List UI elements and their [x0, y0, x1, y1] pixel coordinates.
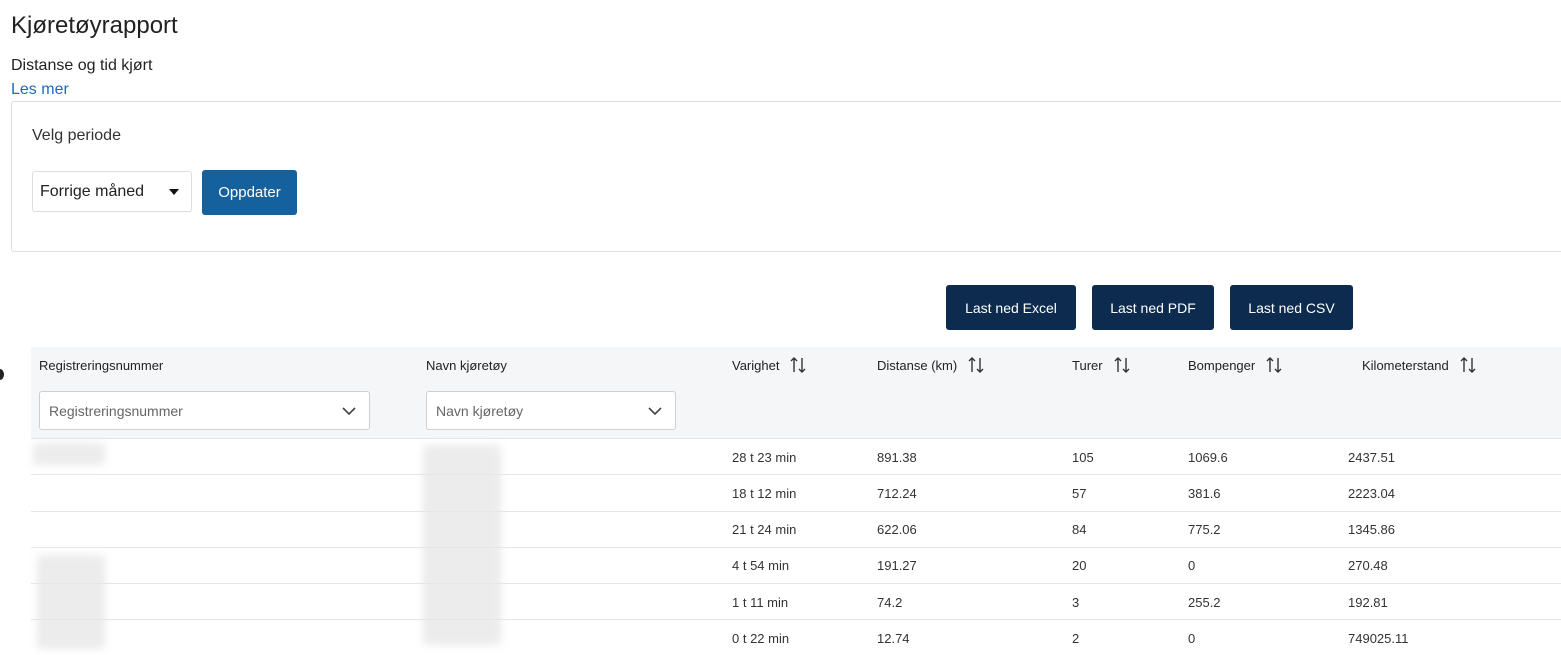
cell-odometer: 749025.11 [1348, 630, 1409, 646]
sort-arrows-icon[interactable] [1459, 356, 1477, 374]
cell-trips: 20 [1072, 558, 1087, 574]
cell-tolls: 255.2 [1188, 594, 1221, 610]
sort-arrows-icon[interactable] [789, 356, 807, 374]
column-header-distance[interactable]: Distanse (km) [877, 347, 985, 383]
cell-odometer: 2223.04 [1348, 485, 1395, 501]
page-title: Kjøretøyrapport [11, 12, 178, 39]
name-filter-placeholder: Navn kjøretøy [436, 402, 524, 419]
vehicle-report-table: Registreringsnummer Navn kjøretøy Varigh… [31, 347, 1561, 655]
chevron-down-icon [342, 407, 356, 416]
update-button[interactable]: Oppdater [202, 170, 297, 215]
column-header-name: Navn kjøretøy [426, 357, 507, 373]
table-row[interactable]: 4 t 54 min 191.27 20 0 270.48 [31, 548, 1561, 585]
cell-tolls: 775.2 [1188, 522, 1221, 538]
chevron-down-icon [648, 407, 662, 416]
cell-trips: 3 [1072, 594, 1080, 610]
cell-tolls: 0 [1188, 558, 1196, 574]
cell-odometer: 192.81 [1348, 594, 1388, 610]
download-pdf-button[interactable]: Last ned PDF [1092, 285, 1214, 330]
table-row[interactable]: 0 t 22 min 12.74 2 0 749025.11 [31, 620, 1561, 655]
column-header-tolls[interactable]: Bompenger [1188, 347, 1283, 383]
reg-filter-select[interactable]: Registreringsnummer [39, 391, 370, 430]
sort-arrows-icon[interactable] [1265, 356, 1283, 374]
cell-distance: 74.2 [877, 594, 903, 610]
column-header-duration[interactable]: Varighet [732, 347, 807, 383]
table-row[interactable]: 21 t 24 min 622.06 84 775.2 1345.86 [31, 512, 1561, 548]
table-body: 28 t 23 min 891.38 105 1069.6 2437.51 18 t 12… [31, 439, 1561, 655]
period-select[interactable]: Forrige måned [32, 171, 192, 212]
scroll-indicator-dot [0, 369, 4, 380]
reg-filter-placeholder: Registreringsnummer [49, 402, 183, 419]
cell-odometer: 1345.86 [1348, 522, 1395, 538]
period-label: Velg periode [32, 127, 121, 144]
cell-trips: 105 [1072, 449, 1094, 465]
sort-arrows-icon[interactable] [1113, 356, 1131, 374]
table-row[interactable]: 18 t 12 min 712.24 57 381.6 2223.04 [31, 475, 1561, 512]
cell-trips: 57 [1072, 485, 1087, 501]
cell-distance: 622.06 [877, 522, 917, 538]
cell-odometer: 2437.51 [1348, 449, 1395, 465]
table-row[interactable]: 28 t 23 min 891.38 105 1069.6 2437.51 [31, 439, 1561, 476]
cell-trips: 84 [1072, 522, 1087, 538]
caret-down-icon [169, 189, 179, 195]
download-excel-button[interactable]: Last ned Excel [946, 285, 1076, 330]
cell-distance: 712.24 [877, 485, 917, 501]
period-select-value: Forrige måned [40, 182, 145, 200]
cell-distance: 12.74 [877, 630, 910, 646]
download-csv-button[interactable]: Last ned CSV [1230, 285, 1353, 330]
cell-tolls: 1069.6 [1188, 449, 1228, 465]
cell-duration: 4 t 54 min [732, 558, 790, 574]
name-filter-select[interactable]: Navn kjøretøy [426, 391, 676, 430]
period-panel: Velg periode Forrige måned Oppdater [11, 101, 1561, 252]
cell-distance: 891.38 [877, 449, 917, 465]
table-header-row: Registreringsnummer Navn kjøretøy Varigh… [31, 347, 1561, 383]
cell-tolls: 381.6 [1188, 485, 1221, 501]
cell-odometer: 270.48 [1348, 558, 1388, 574]
cell-tolls: 0 [1188, 630, 1196, 646]
table-row[interactable]: 1 t 11 min 74.2 3 255.2 192.81 [31, 584, 1561, 621]
table-filter-row: Registreringsnummer Navn kjøretøy [31, 383, 1561, 439]
column-header-odometer[interactable]: Kilometerstand [1362, 347, 1477, 383]
column-header-reg: Registreringsnummer [39, 357, 164, 373]
cell-duration: 21 t 24 min [732, 522, 797, 538]
read-more-link[interactable]: Les mer [11, 81, 69, 99]
column-header-trips[interactable]: Turer [1072, 347, 1131, 383]
cell-duration: 1 t 11 min [732, 594, 789, 610]
cell-duration: 28 t 23 min [732, 449, 797, 465]
cell-duration: 0 t 22 min [732, 630, 790, 646]
cell-distance: 191.27 [877, 558, 917, 574]
sort-arrows-icon[interactable] [967, 356, 985, 374]
page-subtitle: Distanse og tid kjørt [11, 57, 153, 74]
cell-trips: 2 [1072, 630, 1080, 646]
cell-duration: 18 t 12 min [732, 485, 797, 501]
